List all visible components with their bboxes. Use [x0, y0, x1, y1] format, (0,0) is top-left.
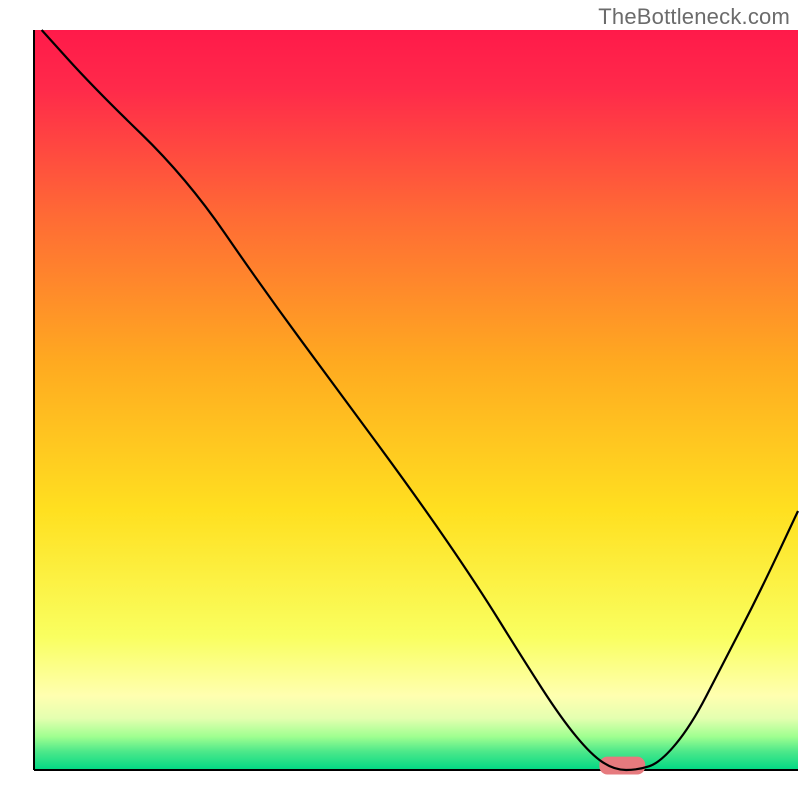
watermark-text: TheBottleneck.com: [598, 4, 790, 30]
chart-container: TheBottleneck.com: [0, 0, 800, 800]
chart-svg: [0, 0, 800, 800]
